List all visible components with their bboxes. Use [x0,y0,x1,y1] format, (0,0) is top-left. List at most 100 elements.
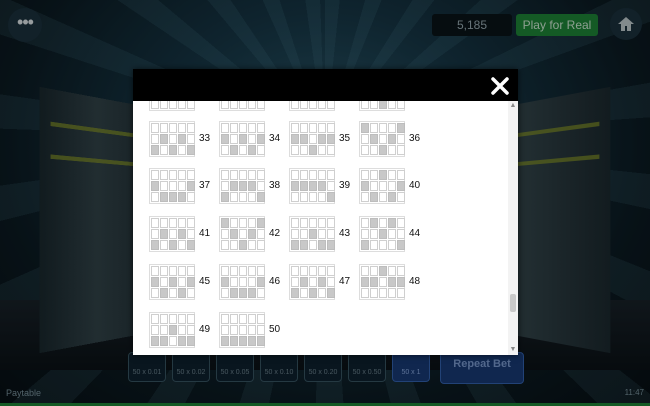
paylines-scroll-area[interactable]: 33 34 35 36 37 38 39 40 41 42 43 44 45 46 47 48 49 50 [133,101,508,355]
payline-item: 41 [149,216,223,252]
payline-cell [230,145,238,155]
payline-cell [230,229,238,239]
payline-cell [151,192,159,202]
payline-item: 35 [289,121,363,157]
payline-item: 37 [149,168,223,204]
payline-cell [361,145,369,155]
payline-cell [151,325,159,335]
payline-cell [178,325,186,335]
payline-cell [257,123,265,133]
payline-item: 43 [289,216,363,252]
payline-grid [219,101,265,111]
payline-cell [248,266,256,276]
payline-cell [300,277,308,287]
payline-number: 41 [199,228,211,239]
payline-cell [309,266,317,276]
payline-grid [219,312,265,348]
payline-grid [149,101,195,111]
paylines-modal: 33 34 35 36 37 38 39 40 41 42 43 44 45 46 47 48 49 50 ▲ ▼ [133,69,518,355]
payline-cell [397,229,405,239]
payline-cell [370,266,378,276]
payline-grid [359,101,405,111]
payline-cell [257,170,265,180]
payline-grid [289,168,335,204]
payline-cell [230,181,238,191]
payline-cell [169,134,177,144]
payline-item: 39 [289,168,363,204]
payline-cell [388,181,396,191]
payline-cell [327,240,335,250]
payline-grid [219,264,265,300]
payline-grid [149,216,195,252]
payline-cell [388,134,396,144]
payline-cell [291,288,299,298]
payline-cell [221,288,229,298]
payline-cell [248,123,256,133]
payline-cell [230,218,238,228]
payline-cell [239,101,247,109]
payline-cell [248,134,256,144]
payline-partial [149,101,223,111]
scrollbar[interactable]: ▲ ▼ [508,101,518,355]
payline-cell [187,123,195,133]
payline-cell [388,218,396,228]
payline-cell [221,181,229,191]
payline-number: 43 [339,228,351,239]
payline-cell [388,145,396,155]
payline-item: 42 [219,216,293,252]
payline-cell [397,170,405,180]
payline-grid [149,312,195,348]
payline-cell [300,266,308,276]
payline-number: 40 [409,180,421,191]
payline-cell [151,266,159,276]
close-button[interactable] [488,74,512,98]
payline-cell [327,229,335,239]
payline-grid [219,121,265,157]
payline-cell [257,325,265,335]
payline-item: 44 [359,216,433,252]
scroll-up-icon[interactable]: ▲ [509,102,517,110]
payline-cell [221,192,229,202]
payline-cell [300,181,308,191]
payline-cell [160,101,168,109]
payline-cell [257,314,265,324]
payline-grid [289,101,335,111]
payline-number: 42 [269,228,281,239]
payline-cell [318,240,326,250]
payline-cell [187,266,195,276]
payline-item: 47 [289,264,363,300]
payline-cell [361,277,369,287]
payline-cell [248,288,256,298]
payline-cell [309,229,317,239]
payline-cell [151,181,159,191]
payline-cell [169,145,177,155]
payline-cell [221,325,229,335]
payline-item: 40 [359,168,433,204]
payline-cell [300,288,308,298]
payline-cell [239,181,247,191]
payline-cell [151,314,159,324]
payline-number: 47 [339,276,351,287]
payline-cell [239,145,247,155]
payline-cell [379,277,387,287]
payline-partial [289,101,363,111]
payline-cell [318,101,326,109]
payline-cell [309,170,317,180]
payline-cell [300,145,308,155]
payline-cell [361,240,369,250]
payline-cell [169,314,177,324]
payline-cell [187,336,195,346]
payline-cell [318,218,326,228]
scroll-thumb[interactable] [510,294,516,312]
payline-cell [388,101,396,109]
scroll-down-icon[interactable]: ▼ [509,346,517,354]
payline-cell [318,192,326,202]
payline-cell [169,181,177,191]
payline-cell [327,101,335,109]
payline-cell [388,229,396,239]
payline-cell [361,218,369,228]
payline-cell [291,101,299,109]
payline-cell [151,218,159,228]
payline-cell [169,229,177,239]
payline-cell [221,314,229,324]
